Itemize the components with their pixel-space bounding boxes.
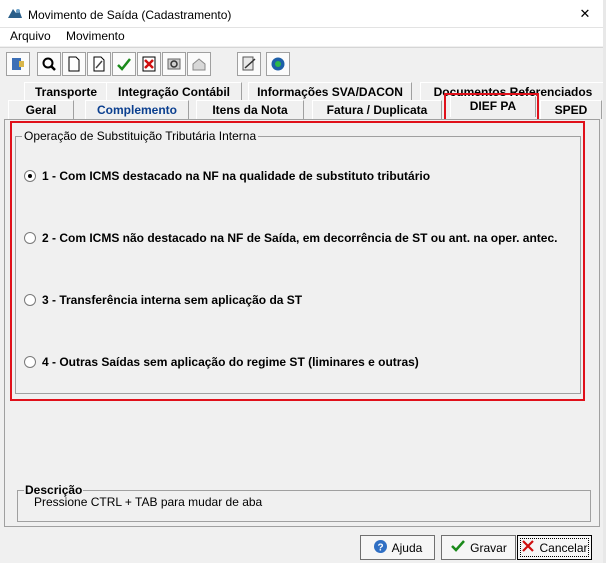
check-icon: [450, 539, 466, 556]
exit-icon: [10, 56, 26, 72]
delete-button[interactable]: [137, 52, 161, 76]
option-1[interactable]: 1 - Com ICMS destacado na NF na qualidad…: [24, 168, 430, 184]
delete-icon: [141, 56, 157, 72]
menu-bar: Arquivo Movimento: [0, 28, 606, 46]
groupbox-title: Operação de Substituição Tributária Inte…: [22, 129, 259, 143]
window-title: Movimento de Saída (Cadastramento): [28, 8, 232, 22]
toolbar: [0, 47, 606, 79]
refresh-icon: [166, 56, 182, 72]
cancel-label: Cancelar: [539, 540, 588, 555]
radio-option-3[interactable]: [24, 294, 36, 306]
option-4-label: 4 - Outras Saídas sem aplicação do regim…: [42, 355, 419, 369]
option-2-label: 2 - Com ICMS não destacado na NF de Saíd…: [42, 231, 558, 245]
tab-transporte[interactable]: Transporte: [24, 82, 108, 101]
radio-option-2[interactable]: [24, 232, 36, 244]
edit-button[interactable]: [87, 52, 111, 76]
help-label: Ajuda: [391, 540, 423, 555]
menu-movimento[interactable]: Movimento: [66, 29, 125, 43]
print-button[interactable]: [187, 52, 211, 76]
calculator-button[interactable]: [237, 52, 261, 76]
cancel-x-icon: [521, 539, 535, 556]
cancel-button[interactable]: Cancelar: [517, 535, 592, 560]
search-button[interactable]: [37, 52, 61, 76]
tab-complemento[interactable]: Complemento: [85, 100, 189, 119]
nfe-button[interactable]: [266, 52, 290, 76]
refresh-button[interactable]: [162, 52, 186, 76]
option-3-label: 3 - Transferência interna sem aplicação …: [42, 293, 303, 307]
tab-fatura-duplicata[interactable]: Fatura / Duplicata: [312, 100, 442, 119]
option-1-label: 1 - Com ICMS destacado na NF na qualidad…: [42, 169, 431, 183]
app-logo-icon: [7, 7, 23, 21]
dief-pa-highlight: [444, 93, 539, 121]
tab-itens-da-nota[interactable]: Itens da Nota: [196, 100, 304, 119]
close-icon[interactable]: ✕: [568, 3, 602, 25]
calculator-icon: [241, 56, 257, 72]
description-text: Pressione CTRL + TAB para mudar de aba: [34, 495, 263, 509]
confirm-button[interactable]: [112, 52, 136, 76]
menu-arquivo[interactable]: Arquivo: [10, 29, 51, 43]
print-icon: [191, 56, 207, 72]
search-icon: [41, 56, 57, 72]
svg-text:?: ?: [377, 542, 383, 553]
radio-option-4[interactable]: [24, 356, 36, 368]
edit-document-icon: [91, 56, 107, 72]
new-button[interactable]: [62, 52, 86, 76]
confirm-check-icon: [116, 56, 132, 72]
option-2[interactable]: 2 - Com ICMS não destacado na NF de Saíd…: [24, 230, 557, 246]
help-button[interactable]: ? Ajuda: [360, 535, 435, 560]
help-icon: ?: [373, 539, 388, 557]
nfe-icon: [270, 56, 286, 72]
exit-button[interactable]: [6, 52, 30, 76]
tab-sped[interactable]: SPED: [540, 100, 602, 119]
option-3[interactable]: 3 - Transferência interna sem aplicação …: [24, 292, 302, 308]
new-document-icon: [66, 56, 82, 72]
tab-integracao-contabil[interactable]: Integração Contábil: [106, 82, 242, 101]
tab-geral[interactable]: Geral: [8, 100, 74, 119]
radio-option-1[interactable]: [24, 170, 36, 182]
tab-informacoes-sva-dacon[interactable]: Informações SVA/DACON: [248, 82, 412, 101]
save-button[interactable]: Gravar: [441, 535, 516, 560]
option-4[interactable]: 4 - Outras Saídas sem aplicação do regim…: [24, 354, 419, 370]
save-label: Gravar: [470, 540, 507, 555]
title-bar: Movimento de Saída (Cadastramento) ✕: [0, 0, 606, 28]
